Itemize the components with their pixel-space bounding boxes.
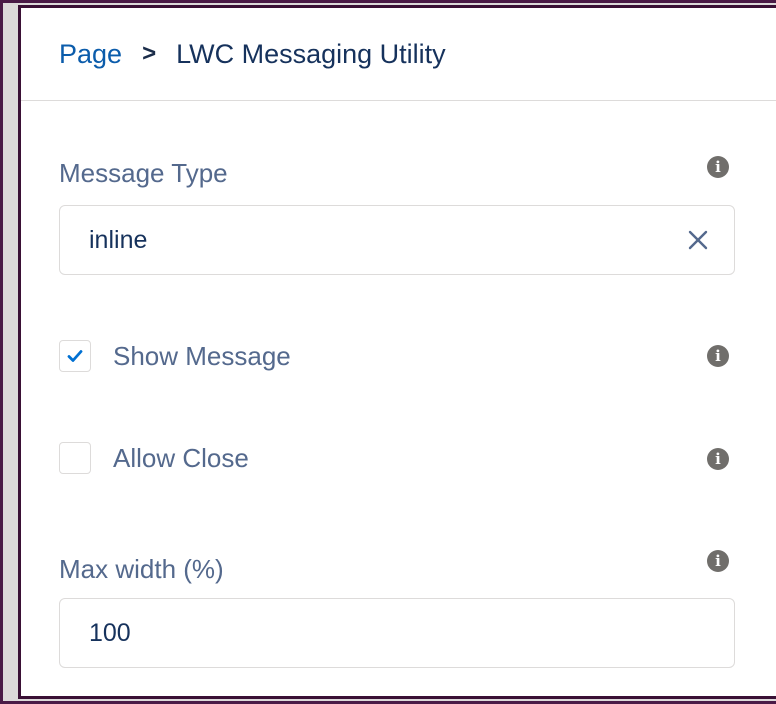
breadcrumb: Page > LWC Messaging Utility bbox=[21, 8, 776, 101]
property-panel: Page > LWC Messaging Utility Message Typ… bbox=[18, 5, 776, 699]
show-message-checkbox[interactable] bbox=[59, 340, 91, 372]
allow-close-label: Allow Close bbox=[113, 442, 249, 473]
message-type-value: inline bbox=[89, 225, 148, 254]
info-icon[interactable]: i bbox=[707, 550, 729, 572]
show-message-row: Show Message bbox=[59, 340, 291, 372]
max-width-value: 100 bbox=[89, 618, 131, 647]
info-icon[interactable]: i bbox=[707, 345, 729, 367]
allow-close-checkbox[interactable] bbox=[59, 442, 91, 474]
max-width-input[interactable]: 100 bbox=[59, 598, 735, 668]
message-type-input[interactable]: inline bbox=[59, 205, 735, 275]
breadcrumb-link-page[interactable]: Page bbox=[59, 39, 122, 70]
clear-button[interactable] bbox=[680, 222, 716, 258]
breadcrumb-separator: > bbox=[142, 40, 157, 67]
info-icon[interactable]: i bbox=[707, 156, 729, 178]
message-type-label: Message Type bbox=[59, 158, 228, 188]
breadcrumb-current: LWC Messaging Utility bbox=[176, 38, 446, 69]
info-icon[interactable]: i bbox=[707, 448, 729, 470]
checkmark-icon bbox=[67, 350, 83, 362]
show-message-label: Show Message bbox=[113, 340, 291, 371]
close-icon bbox=[688, 230, 708, 250]
max-width-label: Max width (%) bbox=[59, 554, 224, 584]
allow-close-row: Allow Close bbox=[59, 442, 249, 474]
